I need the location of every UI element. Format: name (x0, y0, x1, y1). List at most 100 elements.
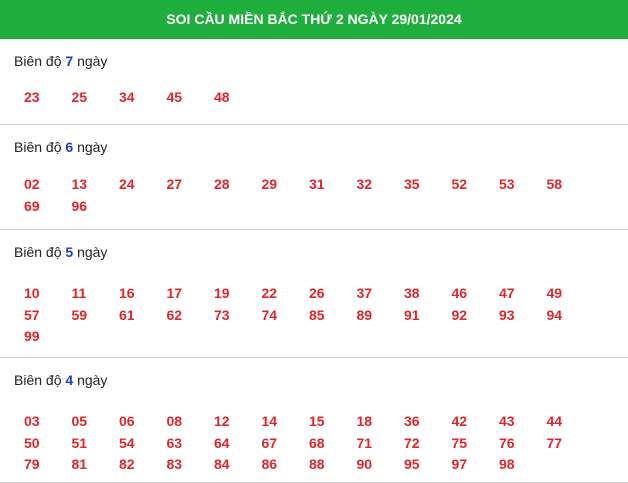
lottery-number: 98 (499, 456, 515, 473)
lottery-number: 69 (24, 197, 40, 214)
section-title: Biên độ 7 ngày (14, 53, 628, 70)
lottery-number: 75 (451, 434, 468, 451)
lottery-number: 79 (24, 456, 40, 473)
lottery-number: 28 (214, 176, 230, 192)
lottery-number: 38 (404, 285, 420, 301)
amplitude-section-5: Biên độ 5 ngày 10 11 16 17 19 22 26 37 38 46 47 49 5… (0, 230, 628, 358)
section-title-suffix: ngày (77, 372, 108, 388)
amplitude-section-7: Biên độ 7 ngày 23 25 34 45 48 (0, 39, 628, 125)
lottery-number: 72 (404, 434, 420, 451)
number-grid: 23 25 34 45 48 (14, 87, 628, 109)
lottery-number: 44 (546, 413, 563, 429)
lottery-number: 32 (356, 176, 373, 192)
lottery-number: 22 (261, 285, 278, 301)
lottery-number: 92 (451, 306, 468, 323)
section-title-suffix: ngày (77, 244, 108, 260)
lottery-number: 91 (404, 306, 420, 323)
lottery-number: 08 (166, 413, 183, 429)
lottery-number: 96 (71, 197, 88, 214)
number-grid: 03 05 06 08 12 14 15 18 36 42 43 44 50 51 54 63 64 67 68 71… (14, 411, 628, 476)
lottery-number: 43 (499, 413, 515, 429)
lottery-number: 73 (214, 306, 230, 323)
lottery-number: 84 (214, 456, 230, 473)
section-title-prefix: Biên độ (14, 139, 62, 155)
lottery-number: 53 (499, 176, 515, 192)
lottery-number: 81 (71, 456, 88, 473)
lottery-number: 57 (24, 306, 40, 323)
lottery-number: 49 (546, 285, 563, 301)
lottery-number: 47 (499, 285, 515, 301)
lottery-number: 14 (261, 413, 278, 429)
page-title: SOI CẦU MIỀN BẮC THỨ 2 NGÀY 29/01/2024 (166, 11, 462, 27)
section-title-suffix: ngày (77, 139, 108, 155)
number-grid: 10 11 16 17 19 22 26 37 38 46 47 49 57 59 61 62 73 74 85 89… (14, 283, 628, 348)
lottery-number: 61 (119, 306, 135, 323)
lottery-number: 06 (119, 413, 135, 429)
section-title-suffix: ngày (77, 53, 108, 69)
section-title-prefix: Biên độ (14, 53, 62, 69)
lottery-number: 58 (546, 176, 563, 192)
lottery-number: 02 (24, 176, 40, 192)
lottery-number: 95 (404, 456, 420, 473)
section-day-count: 7 (65, 53, 74, 69)
lottery-number: 42 (451, 413, 468, 429)
lottery-number: 37 (356, 285, 373, 301)
amplitude-section-4: Biên độ 4 ngày 03 05 06 08 12 14 15 18 36 42 43 44 5… (0, 358, 628, 483)
section-title-prefix: Biên độ (14, 244, 62, 260)
lottery-number: 99 (24, 328, 40, 345)
lottery-number: 67 (261, 434, 278, 451)
number-grid: 02 13 24 27 28 29 31 32 35 52 53 58 69 96 (14, 174, 628, 217)
page-header: SOI CẦU MIỀN BẮC THỨ 2 NGÀY 29/01/2024 (0, 0, 628, 39)
section-day-count: 5 (65, 244, 74, 260)
section-title: Biên độ 5 ngày (14, 244, 628, 261)
section-day-count: 4 (65, 372, 74, 388)
lottery-number: 19 (214, 285, 230, 301)
amplitude-section-6: Biên độ 6 ngày 02 13 24 27 28 29 31 32 35 52 53 58 6… (0, 125, 628, 230)
lottery-number: 12 (214, 413, 230, 429)
lottery-number: 45 (166, 89, 183, 105)
lottery-number: 97 (451, 456, 468, 473)
section-day-count: 6 (65, 139, 74, 155)
lottery-number: 10 (24, 285, 40, 301)
lottery-number: 94 (546, 306, 563, 323)
lottery-number: 46 (451, 285, 468, 301)
lottery-number: 24 (119, 176, 135, 192)
lottery-number: 74 (261, 306, 278, 323)
lottery-number: 31 (309, 176, 325, 192)
lottery-number: 62 (166, 306, 183, 323)
lottery-number: 15 (309, 413, 325, 429)
lottery-number: 17 (166, 285, 183, 301)
lottery-number: 68 (309, 434, 325, 451)
lottery-number: 27 (166, 176, 183, 192)
lottery-number: 64 (214, 434, 230, 451)
lottery-number: 90 (356, 456, 373, 473)
lottery-number: 77 (546, 434, 563, 451)
lottery-number: 59 (71, 306, 88, 323)
lottery-number: 54 (119, 434, 135, 451)
lottery-number: 16 (119, 285, 135, 301)
lottery-number: 26 (309, 285, 325, 301)
lottery-number: 11 (71, 285, 87, 301)
lottery-number: 85 (309, 306, 325, 323)
lottery-number: 13 (71, 176, 88, 192)
lottery-number: 05 (71, 413, 88, 429)
lottery-number: 35 (404, 176, 420, 192)
lottery-number: 52 (451, 176, 468, 192)
lottery-number: 23 (24, 89, 40, 105)
lottery-number: 71 (356, 434, 373, 451)
lottery-number: 03 (24, 413, 40, 429)
lottery-number: 36 (404, 413, 420, 429)
section-title: Biên độ 6 ngày (14, 139, 628, 156)
lottery-number: 18 (356, 413, 373, 429)
lottery-number: 82 (119, 456, 135, 473)
section-title: Biên độ 4 ngày (14, 372, 628, 389)
lottery-number: 76 (499, 434, 515, 451)
lottery-number: 89 (356, 306, 373, 323)
lottery-number: 88 (309, 456, 325, 473)
section-title-prefix: Biên độ (14, 372, 62, 388)
lottery-number: 50 (24, 434, 40, 451)
lottery-number: 48 (214, 89, 230, 105)
lottery-number: 86 (261, 456, 278, 473)
lottery-number: 51 (71, 434, 88, 451)
lottery-number: 83 (166, 456, 183, 473)
